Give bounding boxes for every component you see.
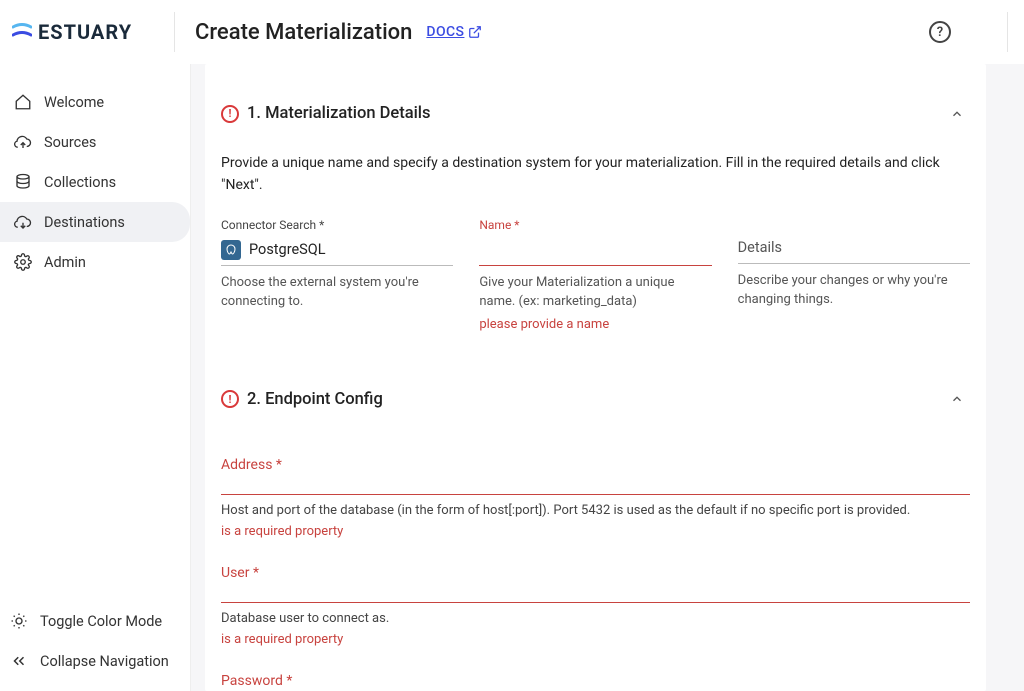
address-help: Host and port of the database (in the fo…: [221, 503, 970, 518]
address-label: Address: [221, 457, 970, 473]
logo[interactable]: ESTUARY: [12, 20, 172, 44]
header-divider-right: [1007, 12, 1008, 52]
header-right: ?: [929, 12, 1008, 52]
sidebar-item-welcome[interactable]: Welcome: [0, 82, 190, 122]
section-title-text: 1. Materialization Details: [247, 104, 431, 123]
password-label: Password: [221, 673, 970, 689]
details-placeholder: Details: [738, 239, 782, 256]
sidebar: Welcome Sources Collections Destinations…: [0, 64, 190, 691]
details-input[interactable]: Details: [738, 234, 970, 264]
details-field: Details Describe your changes or why you…: [738, 218, 970, 331]
name-label: Name: [479, 218, 711, 232]
toggle-color-mode-button[interactable]: Toggle Color Mode: [0, 601, 190, 641]
main-content: ! 1. Materialization Details Provide a u…: [190, 64, 1024, 691]
sidebar-item-sources[interactable]: Sources: [0, 122, 190, 162]
connector-search-input[interactable]: PostgreSQL: [221, 236, 453, 266]
chevron-double-left-icon: [10, 652, 28, 670]
connector-label: Connector Search: [221, 218, 453, 232]
form-panel: ! 1. Materialization Details Provide a u…: [205, 64, 986, 691]
page-title: Create Materialization: [195, 20, 412, 45]
user-error: is a required property: [221, 632, 970, 647]
section-title-text: 2. Endpoint Config: [247, 390, 383, 409]
error-icon: !: [221, 105, 239, 123]
connector-value: PostgreSQL: [249, 241, 326, 258]
user-field: User Database user to connect as. is a r…: [221, 565, 970, 647]
section-title: ! 2. Endpoint Config: [221, 390, 383, 409]
address-error: is a required property: [221, 524, 970, 539]
connector-help: Choose the external system you're connec…: [221, 274, 453, 310]
sidebar-item-label: Welcome: [44, 94, 104, 111]
sidebar-item-destinations[interactable]: Destinations: [0, 202, 190, 242]
section-endpoint-config-header[interactable]: ! 2. Endpoint Config: [221, 390, 970, 409]
error-icon: !: [221, 390, 239, 408]
sidebar-footer: Toggle Color Mode Collapse Navigation: [0, 601, 190, 691]
sidebar-item-label: Collections: [44, 174, 116, 191]
password-field: Password Password for the specified data…: [221, 673, 970, 691]
connector-field: Connector Search PostgreSQL Choose the e…: [221, 218, 453, 331]
sidebar-item-admin[interactable]: Admin: [0, 242, 190, 282]
home-icon: [14, 93, 32, 111]
logo-icon: [12, 22, 32, 42]
toggle-color-mode-label: Toggle Color Mode: [40, 613, 162, 630]
name-input[interactable]: [479, 236, 711, 266]
address-field: Address Host and port of the database (i…: [221, 457, 970, 539]
logo-text: ESTUARY: [38, 20, 132, 44]
external-link-icon: [468, 25, 482, 39]
user-label: User: [221, 565, 970, 581]
chevron-up-icon[interactable]: [950, 107, 964, 121]
help-icon[interactable]: ?: [929, 21, 951, 43]
name-error: please provide a name: [479, 317, 711, 332]
postgresql-icon: [221, 240, 241, 260]
section-materialization-details-header[interactable]: ! 1. Materialization Details: [221, 104, 970, 123]
sidebar-item-label: Sources: [44, 134, 96, 151]
section-description: Provide a unique name and specify a dest…: [221, 153, 970, 196]
docs-link[interactable]: DOCS: [426, 24, 482, 40]
sun-icon: [10, 612, 28, 630]
sidebar-item-collections[interactable]: Collections: [0, 162, 190, 202]
chevron-up-icon[interactable]: [950, 392, 964, 406]
gear-icon: [14, 253, 32, 271]
details-help: Describe your changes or why you're chan…: [738, 272, 970, 308]
name-field: Name Give your Materialization a unique …: [479, 218, 711, 331]
header-divider: [174, 12, 175, 52]
sidebar-item-label: Admin: [44, 254, 86, 271]
cloud-download-icon: [14, 213, 32, 231]
user-input[interactable]: [221, 583, 970, 603]
collapse-nav-button[interactable]: Collapse Navigation: [0, 641, 190, 681]
name-help: Give your Materialization a unique name.…: [479, 274, 711, 310]
sidebar-item-label: Destinations: [44, 214, 125, 231]
app-header: ESTUARY Create Materialization DOCS ?: [0, 0, 1024, 64]
collapse-nav-label: Collapse Navigation: [40, 653, 169, 670]
docs-link-label: DOCS: [426, 24, 464, 40]
address-input[interactable]: [221, 475, 970, 495]
user-help: Database user to connect as.: [221, 611, 970, 626]
section-title: ! 1. Materialization Details: [221, 104, 431, 123]
cloud-upload-icon: [14, 133, 32, 151]
database-icon: [14, 173, 32, 191]
